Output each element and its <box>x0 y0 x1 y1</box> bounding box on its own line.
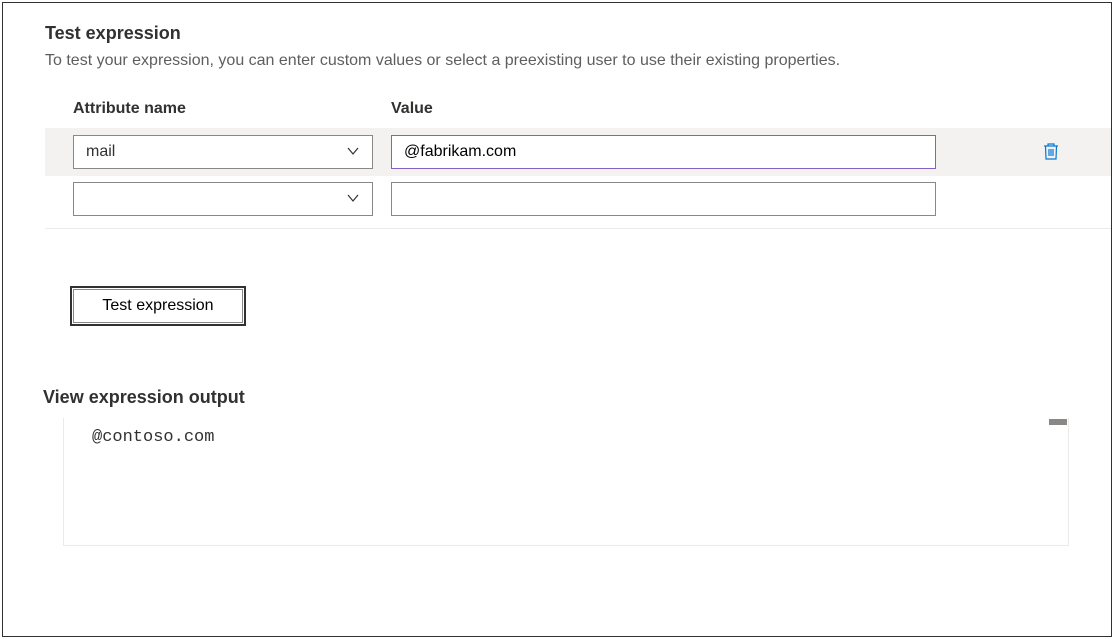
attribute-section: Attribute name Value mail <box>45 100 1069 323</box>
column-headers: Attribute name Value <box>73 100 1069 118</box>
attribute-dropdown[interactable]: mail <box>73 135 373 169</box>
dropdown-selected-text: mail <box>86 143 346 161</box>
output-title: View expression output <box>43 387 1069 408</box>
header-value: Value <box>391 100 433 118</box>
chevron-down-icon <box>346 191 360 208</box>
value-input[interactable] <box>391 182 936 216</box>
output-box[interactable]: @contoso.com <box>63 418 1069 546</box>
header-attribute-name: Attribute name <box>73 100 391 118</box>
section-title: Test expression <box>45 23 1069 44</box>
chevron-down-icon <box>346 144 360 161</box>
divider <box>45 228 1111 229</box>
test-expression-button[interactable]: Test expression <box>73 289 243 323</box>
value-input[interactable] <box>391 135 936 169</box>
delete-row-button[interactable] <box>1033 134 1069 170</box>
test-expression-panel: Test expression To test your expression,… <box>2 2 1112 637</box>
attribute-row <box>73 176 1069 222</box>
attribute-row: mail <box>45 128 1111 176</box>
trash-icon <box>1042 141 1060 164</box>
section-description: To test your expression, you can enter c… <box>45 52 1069 70</box>
scrollbar[interactable] <box>1049 419 1067 425</box>
output-text: @contoso.com <box>92 428 214 447</box>
attribute-dropdown[interactable] <box>73 182 373 216</box>
